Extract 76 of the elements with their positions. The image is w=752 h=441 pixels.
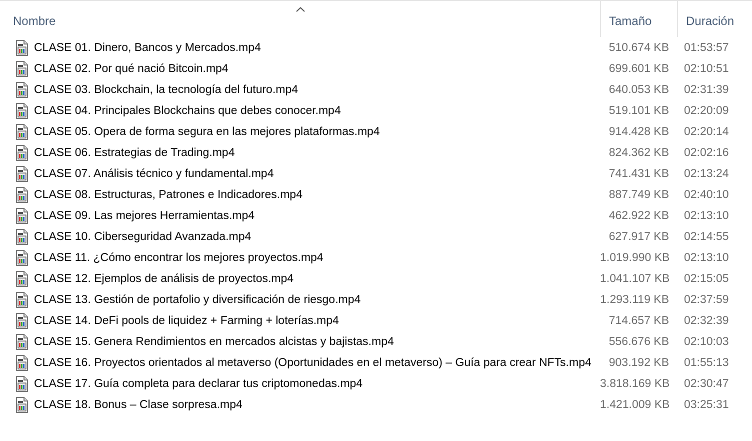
file-size: 1.041.107 KB <box>600 272 669 284</box>
file-size: 462.922 KB <box>608 210 669 222</box>
file-name[interactable]: CLASE 01. Dinero, Bancos y Mercados.mp4 <box>34 42 261 54</box>
sort-chevron-icon <box>296 7 305 12</box>
file-name[interactable]: CLASE 09. Las mejores Herramientas.mp4 <box>34 210 255 222</box>
file-name[interactable]: CLASE 10. Ciberseguridad Avanzada.mp4 <box>34 230 252 242</box>
video-file-icon <box>14 250 30 266</box>
file-name[interactable]: CLASE 18. Bonus – Clase sorpresa.mp4 <box>34 398 242 410</box>
video-file-icon <box>14 312 30 328</box>
video-file-icon <box>14 376 30 392</box>
file-size: 556.676 KB <box>608 336 669 348</box>
file-size: 510.674 KB <box>608 42 669 54</box>
file-duration: 02:13:10 <box>683 252 730 264</box>
file-name[interactable]: CLASE 11. ¿Cómo encontrar los mejores proyectos.mp4 <box>34 252 324 264</box>
file-size: 741.431 KB <box>608 168 669 180</box>
file-size: 519.101 KB <box>608 104 669 116</box>
file-name[interactable]: CLASE 08. Estructuras, Patrones e Indicadores.mp4 <box>34 188 302 200</box>
file-size: 903.192 KB <box>608 356 669 368</box>
file-duration: 02:10:51 <box>683 62 730 74</box>
file-name[interactable]: CLASE 03. Blockchain, la tecnología del futuro.mp4 <box>34 84 298 96</box>
file-size: 1.019.990 KB <box>600 252 669 264</box>
file-name[interactable]: CLASE 12. Ejemplos de análisis de proyectos.mp4 <box>34 272 294 284</box>
file-name[interactable]: CLASE 13. Gestión de portafolio y diversificación de riesgo.mp4 <box>34 294 361 306</box>
file-duration: 02:32:39 <box>683 314 730 326</box>
file-name[interactable]: CLASE 15. Genera Rendimientos en mercados alcistas y bajistas.mp4 <box>34 336 394 348</box>
file-size: 887.749 KB <box>608 188 669 200</box>
file-duration: 02:31:39 <box>683 84 730 96</box>
video-file-icon <box>14 228 30 244</box>
file-name[interactable]: CLASE 14. DeFi pools de liquidez + Farming + loterías.mp4 <box>34 314 339 326</box>
column-header[interactable]: Duración <box>677 1 752 37</box>
file-name[interactable]: CLASE 05. Opera de forma segura en las mejores plataformas.mp4 <box>34 126 380 138</box>
video-file-icon <box>14 186 30 202</box>
file-duration: 02:20:14 <box>683 126 730 138</box>
file-name[interactable]: CLASE 04. Principales Blockchains que debes conocer.mp4 <box>34 104 341 116</box>
video-file-icon <box>14 82 30 98</box>
file-name[interactable]: CLASE 17. Guía completa para declarar tus criptomonedas.mp4 <box>34 378 363 390</box>
file-duration: 02:10:03 <box>683 336 730 348</box>
video-file-icon <box>14 102 30 118</box>
file-name[interactable]: CLASE 02. Por qué nació Bitcoin.mp4 <box>34 62 228 74</box>
file-duration: 03:25:31 <box>683 398 730 410</box>
file-duration: 02:37:59 <box>683 294 730 306</box>
file-name[interactable]: CLASE 06. Estrategias de Trading.mp4 <box>34 146 235 158</box>
video-file-icon <box>14 354 30 370</box>
column-header[interactable]: Nombre <box>0 1 600 37</box>
video-file-icon <box>14 166 30 182</box>
file-duration: 02:14:55 <box>683 230 730 242</box>
file-size: 640.053 KB <box>608 84 669 96</box>
file-duration: 02:40:10 <box>683 188 730 200</box>
video-file-icon <box>14 292 30 308</box>
file-duration: 02:30:47 <box>683 378 730 390</box>
file-size: 627.917 KB <box>608 230 669 242</box>
file-duration: 02:02:16 <box>683 146 730 158</box>
file-size: 699.601 KB <box>608 62 669 74</box>
file-size: 1.293.119 KB <box>600 294 669 306</box>
file-size: 714.657 KB <box>608 314 669 326</box>
file-size: 1.421.009 KB <box>600 398 669 410</box>
video-file-icon <box>14 334 30 350</box>
file-size: 914.428 KB <box>608 126 669 138</box>
video-file-icon <box>14 270 30 286</box>
file-duration: 02:15:05 <box>683 272 730 284</box>
video-file-icon <box>14 124 30 140</box>
file-duration: 01:55:13 <box>683 356 730 368</box>
file-name[interactable]: CLASE 07. Análisis técnico y fundamental.mp4 <box>34 168 274 180</box>
video-file-icon <box>14 40 30 56</box>
video-file-icon <box>14 396 30 412</box>
file-duration: 02:13:24 <box>683 168 730 180</box>
column-header[interactable]: Tamaño <box>600 1 677 37</box>
file-size: 824.362 KB <box>608 146 669 158</box>
file-duration: 02:20:09 <box>683 104 730 116</box>
file-name[interactable]: CLASE 16. Proyectos orientados al metaverso (Oportunidades en el metaverso) – Guía para crear NFTs.mp4 <box>34 356 592 368</box>
file-duration: 01:53:57 <box>683 42 730 54</box>
video-file-icon <box>14 208 30 224</box>
video-file-icon <box>14 60 30 76</box>
video-file-icon <box>14 144 30 160</box>
file-duration: 02:13:10 <box>683 210 730 222</box>
file-size: 3.818.169 KB <box>600 378 669 390</box>
